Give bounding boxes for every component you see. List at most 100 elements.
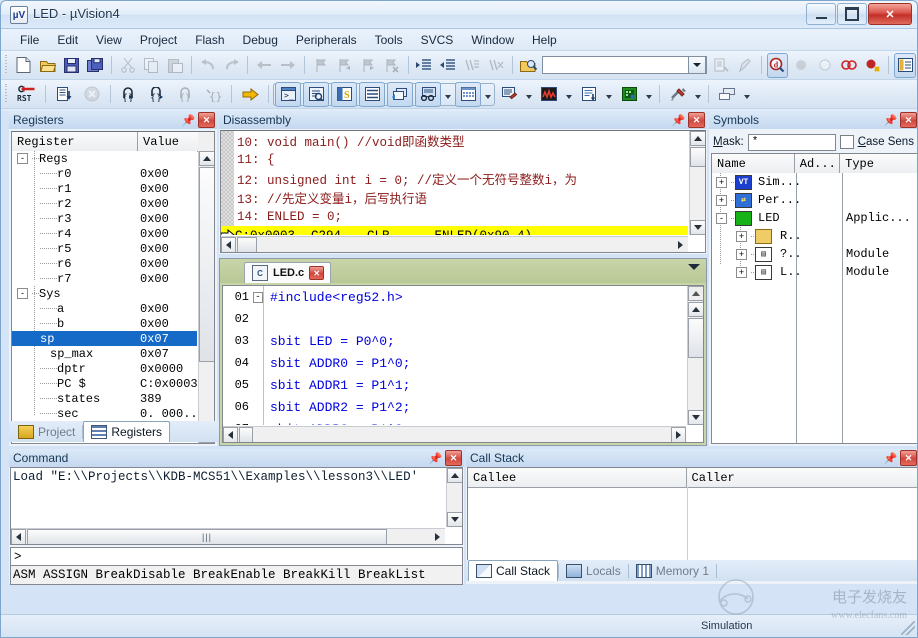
menu-window[interactable]: Window bbox=[462, 31, 523, 49]
code-line[interactable]: 05 sbit ADDR1 = P1^1; bbox=[223, 374, 686, 396]
pin-icon[interactable]: 📌 bbox=[181, 113, 196, 128]
serial-window-dropdown[interactable] bbox=[523, 83, 535, 106]
column-header-callee[interactable]: Callee bbox=[468, 468, 687, 487]
menu-view[interactable]: View bbox=[87, 31, 131, 49]
scroll-thumb[interactable] bbox=[688, 318, 703, 358]
code-line[interactable]: 02 bbox=[223, 308, 686, 330]
maximize-button[interactable] bbox=[837, 3, 867, 25]
table-row[interactable]: r1 0x00 bbox=[12, 181, 197, 196]
run-to-main-icon[interactable] bbox=[51, 82, 77, 107]
indent-icon[interactable] bbox=[414, 53, 436, 78]
table-row[interactable]: r3 0x00 bbox=[12, 211, 197, 226]
fold-gutter[interactable]: - bbox=[253, 286, 264, 308]
close-icon[interactable]: ✕ bbox=[900, 112, 917, 128]
tree-expander[interactable]: + bbox=[716, 194, 727, 206]
disassembly-line[interactable]: 14: ENLED = 0; bbox=[221, 207, 688, 226]
scroll-up-button[interactable] bbox=[199, 151, 214, 166]
table-row[interactable]: - LED Applic... bbox=[712, 209, 917, 227]
table-row[interactable]: + ▤ L.. Module bbox=[712, 263, 917, 281]
command-vertical-scrollbar[interactable] bbox=[446, 468, 462, 527]
disable-all-breakpoints-icon[interactable] bbox=[862, 53, 884, 78]
code-line[interactable]: 01 - #include<reg52.h> bbox=[223, 286, 686, 308]
table-row[interactable]: + VT Sim... bbox=[712, 173, 917, 191]
scroll-down-button[interactable] bbox=[447, 512, 462, 527]
menu-file[interactable]: File bbox=[11, 31, 48, 49]
tab-locals[interactable]: Locals bbox=[559, 561, 628, 580]
table-row[interactable]: r7 0x00 bbox=[12, 271, 197, 286]
fold-gutter[interactable] bbox=[253, 330, 264, 352]
code-line[interactable]: 07 sbit ADDR3 = P1^3; bbox=[223, 418, 686, 425]
memory-window-dropdown[interactable] bbox=[482, 83, 494, 106]
disassembly-window-icon[interactable] bbox=[303, 81, 329, 107]
table-row[interactable]: r0 0x00 bbox=[12, 166, 197, 181]
column-header-address[interactable]: Ad... bbox=[794, 154, 841, 173]
table-row[interactable]: + ▤ ?.. Module bbox=[712, 245, 917, 263]
serial-window-icon[interactable] bbox=[496, 82, 522, 107]
tree-expander[interactable]: + bbox=[716, 176, 727, 188]
pin-icon[interactable]: 📌 bbox=[428, 451, 443, 466]
pin-icon[interactable]: 📌 bbox=[883, 451, 898, 466]
scroll-up-button[interactable] bbox=[688, 302, 703, 317]
code-line[interactable]: 04 sbit ADDR0 = P1^0; bbox=[223, 352, 686, 374]
disassembly-current-line[interactable]: C:0x0003 C294 CLR ENLED(0x90.4) bbox=[221, 226, 688, 235]
system-viewer-icon[interactable] bbox=[616, 82, 642, 107]
table-row-selected[interactable]: sp 0x07 bbox=[12, 331, 197, 346]
scroll-thumb[interactable]: ||| bbox=[27, 529, 387, 544]
editor-code-area[interactable]: 01 - #include<reg52.h> 02 03 sbit LED = … bbox=[223, 286, 686, 425]
menu-debug[interactable]: Debug bbox=[234, 31, 287, 49]
scroll-up-button[interactable] bbox=[447, 468, 462, 483]
disassembly-line[interactable]: 13: //先定义变量i，后写执行语 bbox=[221, 188, 688, 207]
fold-gutter[interactable] bbox=[253, 308, 264, 330]
table-row[interactable]: r5 0x00 bbox=[12, 241, 197, 256]
outdent-icon[interactable] bbox=[437, 53, 459, 78]
column-header-type[interactable]: Type bbox=[840, 154, 917, 173]
scroll-thumb[interactable] bbox=[690, 147, 705, 167]
code-line[interactable]: 06 sbit ADDR2 = P1^2; bbox=[223, 396, 686, 418]
configure-icon[interactable] bbox=[894, 52, 916, 78]
analysis-window-icon[interactable] bbox=[536, 82, 562, 107]
table-row[interactable]: b 0x00 bbox=[12, 316, 197, 331]
find-combo-dropdown[interactable] bbox=[688, 56, 707, 74]
disassembly-horizontal-scrollbar[interactable] bbox=[221, 236, 688, 252]
editor-horizontal-scrollbar[interactable] bbox=[223, 426, 686, 442]
scroll-thumb[interactable] bbox=[239, 427, 253, 442]
tree-expander[interactable]: + bbox=[736, 230, 747, 242]
scroll-right-button[interactable] bbox=[671, 427, 686, 442]
tree-expander[interactable]: - bbox=[716, 212, 727, 224]
symbols-tree[interactable]: Name Ad... Type + VT Sim... + ⇄ Per... -… bbox=[711, 153, 917, 444]
system-viewer-dropdown[interactable] bbox=[643, 83, 655, 106]
table-row[interactable]: r2 0x00 bbox=[12, 196, 197, 211]
disassembly-vertical-scrollbar[interactable] bbox=[689, 131, 705, 235]
tree-expander[interactable]: + bbox=[736, 248, 747, 260]
column-header-caller[interactable]: Caller bbox=[686, 468, 917, 487]
registers-tree[interactable]: Register Value - Regs r0 0x00 r1 0x00 r2… bbox=[11, 131, 215, 444]
watch-window-icon[interactable] bbox=[415, 81, 441, 107]
tab-led-c[interactable]: C LED.c ✕ bbox=[244, 262, 332, 283]
menu-project[interactable]: Project bbox=[131, 31, 186, 49]
table-row[interactable]: a 0x00 bbox=[12, 301, 197, 316]
step-over-icon[interactable]: {} bbox=[144, 82, 170, 107]
tab-memory-1[interactable]: Memory 1 bbox=[629, 561, 716, 580]
table-row[interactable]: dptr 0x0000 bbox=[12, 361, 197, 376]
menu-flash[interactable]: Flash bbox=[186, 31, 233, 49]
scroll-right-button[interactable] bbox=[673, 237, 688, 252]
reset-cpu-icon[interactable]: RST bbox=[14, 82, 40, 107]
watch-window-dropdown[interactable] bbox=[442, 83, 454, 106]
disassembly-line[interactable]: 10: void main() //void即函数类型 bbox=[221, 131, 688, 150]
command-output-box[interactable]: Load "E:\\Projects\\KDB-MCS51\\Examples\… bbox=[10, 467, 463, 545]
toolbox-icon[interactable] bbox=[665, 82, 691, 107]
pin-icon[interactable]: 📌 bbox=[671, 113, 686, 128]
trace-window-dropdown[interactable] bbox=[603, 83, 615, 106]
table-row[interactable]: - Sys bbox=[12, 286, 197, 301]
toolbox-dropdown[interactable] bbox=[692, 83, 704, 106]
fold-gutter[interactable] bbox=[253, 352, 264, 374]
window-layout-dropdown[interactable] bbox=[741, 83, 753, 106]
command-window-icon[interactable]: >_ bbox=[275, 81, 301, 107]
close-icon[interactable]: ✕ bbox=[900, 450, 917, 466]
callstack-table[interactable]: Callee Caller bbox=[467, 467, 917, 561]
editor-vertical-scrollbar[interactable] bbox=[687, 286, 703, 425]
fold-gutter[interactable] bbox=[253, 374, 264, 396]
case-sensitive-checkbox[interactable] bbox=[839, 135, 854, 149]
scroll-top-button[interactable] bbox=[688, 286, 703, 301]
close-icon[interactable]: ✕ bbox=[198, 112, 215, 128]
